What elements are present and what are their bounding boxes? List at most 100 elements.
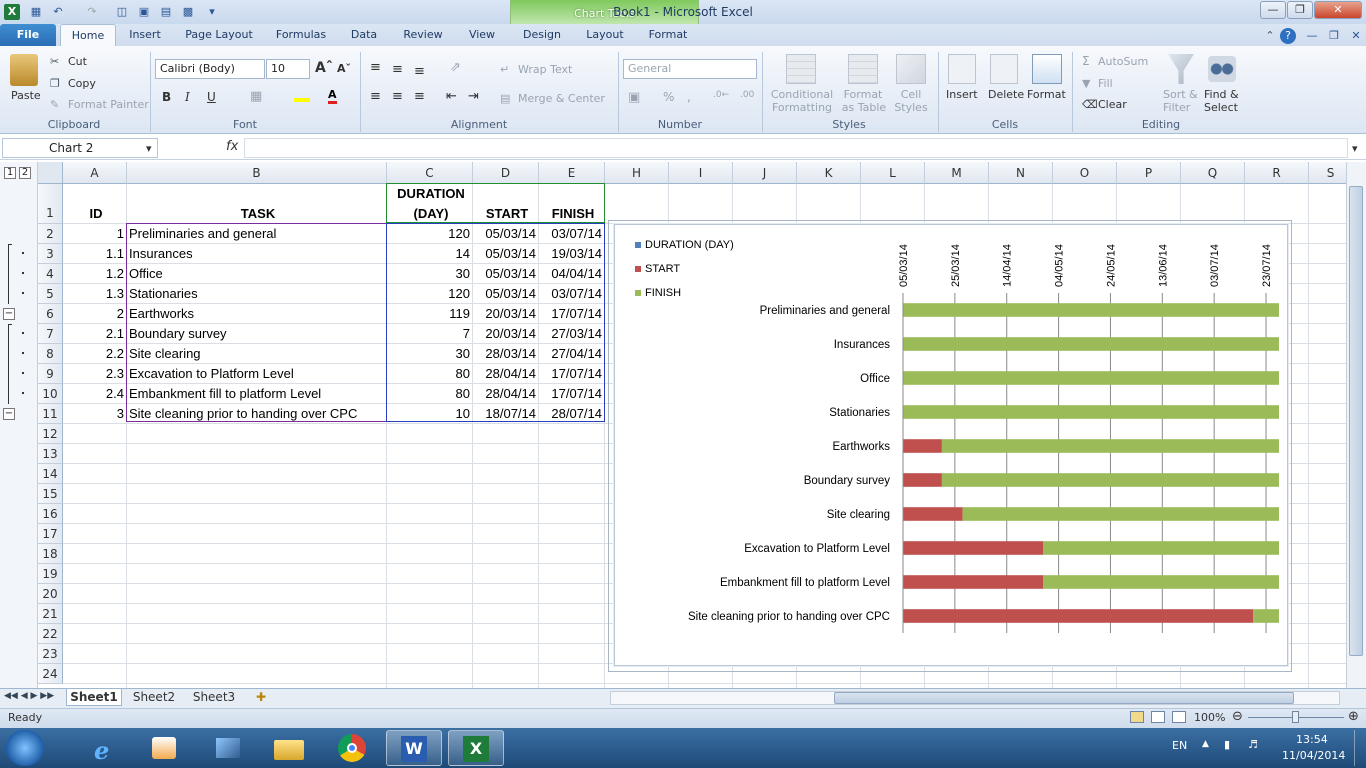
percent-button[interactable]: % xyxy=(663,90,674,104)
decrease-indent-icon[interactable]: ⇤ xyxy=(446,89,457,104)
font-name-combo[interactable]: Calibri (Body) xyxy=(155,59,265,79)
save-icon[interactable]: ▦ xyxy=(28,4,44,20)
clear-icon[interactable]: ⌫ xyxy=(1082,98,1098,111)
show-desktop-button[interactable] xyxy=(1354,730,1364,766)
page-layout-view-icon[interactable] xyxy=(1151,711,1165,723)
clock-time[interactable]: 13:54 xyxy=(1296,733,1328,746)
start-bar[interactable] xyxy=(903,439,942,453)
copy-icon[interactable]: ❐ xyxy=(50,77,60,90)
format-as-table-button[interactable]: Format xyxy=(840,88,886,101)
row-header[interactable]: 2 xyxy=(38,224,63,244)
orientation-icon[interactable]: ⇗ xyxy=(450,60,461,75)
start-bar[interactable] xyxy=(903,575,1044,589)
row-header[interactable]: 14 xyxy=(38,464,63,484)
grow-font-icon[interactable]: Aˆ xyxy=(315,60,333,76)
borders-icon[interactable]: ▦ xyxy=(250,89,262,104)
cell-styles-button[interactable]: Cell xyxy=(896,88,926,101)
close-button[interactable]: ✕ xyxy=(1314,1,1362,19)
customize-qat-icon[interactable]: ▾ xyxy=(204,4,220,20)
vertical-scroll-thumb[interactable] xyxy=(1349,186,1363,656)
increase-decimal-icon[interactable]: .0← xyxy=(713,90,729,100)
taskbar-media-player-icon[interactable] xyxy=(138,730,194,766)
doc-close-icon[interactable]: ✕ xyxy=(1348,28,1364,44)
tab-page-layout[interactable]: Page Layout xyxy=(180,24,258,46)
row-header[interactable]: 3 xyxy=(38,244,63,264)
language-indicator[interactable]: EN xyxy=(1172,739,1187,752)
bold-button[interactable]: B xyxy=(162,90,171,104)
cell-id[interactable]: 2.4 xyxy=(63,384,127,404)
outline-collapse-group-2[interactable]: − xyxy=(3,408,15,420)
ribbon-collapse-icon[interactable]: ⌃ xyxy=(1262,28,1278,44)
currency-icon[interactable]: ▣ xyxy=(628,90,640,105)
tab-design[interactable]: Design xyxy=(516,24,568,46)
network-icon[interactable]: ▮ xyxy=(1224,738,1230,751)
undo-icon[interactable]: ↶ xyxy=(50,4,66,20)
merge-center-button[interactable]: Merge & Center xyxy=(518,92,605,105)
header-id[interactable]: ID xyxy=(63,204,127,224)
cut-icon[interactable]: ✂ xyxy=(50,55,59,68)
column-header-r[interactable]: R xyxy=(1245,162,1309,184)
tab-format[interactable]: Format xyxy=(640,24,696,46)
gantt-chart[interactable]: 05/03/14 25/03/14 14/04/14 04/05/14 24/05/14… xyxy=(614,224,1288,666)
help-icon[interactable]: ? xyxy=(1280,28,1296,44)
delete-cells-icon[interactable] xyxy=(990,54,1018,84)
column-header-h[interactable]: H xyxy=(605,162,669,184)
finish-bar[interactable] xyxy=(1043,575,1279,589)
row-header[interactable]: 5 xyxy=(38,284,63,304)
sort-filter-button[interactable]: Sort & xyxy=(1163,88,1198,101)
sheet-tab-1[interactable]: Sheet1 xyxy=(66,689,122,706)
format-painter-icon[interactable]: ✎ xyxy=(50,98,59,111)
decrease-decimal-icon[interactable]: .00 xyxy=(740,90,754,100)
shrink-font-icon[interactable]: Aˇ xyxy=(337,62,351,75)
finish-bar[interactable] xyxy=(903,371,1279,385)
row-header[interactable]: 16 xyxy=(38,504,63,524)
camera-icon[interactable]: ▣ xyxy=(136,4,152,20)
start-bar[interactable] xyxy=(903,473,942,487)
row-header[interactable]: 22 xyxy=(38,624,63,644)
row-header[interactable]: 6 xyxy=(38,304,63,324)
insert-function-button[interactable]: fx xyxy=(226,139,238,154)
cell-id[interactable]: 1.2 xyxy=(63,264,127,284)
tab-file[interactable]: File xyxy=(0,24,56,46)
row-header[interactable]: 20 xyxy=(38,584,63,604)
tab-review[interactable]: Review xyxy=(396,24,450,46)
taskbar-excel-icon[interactable]: X xyxy=(448,730,504,766)
tab-data[interactable]: Data xyxy=(344,24,384,46)
insert-sheet-icon[interactable]: ✚ xyxy=(250,689,272,706)
find-select-button[interactable]: Find & xyxy=(1204,88,1239,101)
taskbar-explorer-icon[interactable] xyxy=(262,730,318,766)
row-header[interactable]: 13 xyxy=(38,444,63,464)
fill-icon[interactable]: ▼ xyxy=(1082,77,1090,90)
select-all-corner[interactable] xyxy=(38,162,63,184)
doc-minimize-icon[interactable]: — xyxy=(1304,28,1320,44)
column-header-a[interactable]: A xyxy=(63,162,127,184)
horizontal-scroll-thumb[interactable] xyxy=(834,692,1294,704)
align-bottom-icon[interactable]: ≡ xyxy=(414,64,425,79)
name-box[interactable]: Chart 2 xyxy=(2,138,158,158)
zoom-out-icon[interactable]: ⊖ xyxy=(1232,709,1243,724)
copy-button[interactable]: Copy xyxy=(68,77,96,90)
insert-cells-button[interactable]: Insert xyxy=(946,88,978,101)
tab-layout[interactable]: Layout xyxy=(580,24,630,46)
sheet-tab-2[interactable]: Sheet2 xyxy=(126,689,182,706)
outline-collapse-group-1[interactable]: − xyxy=(3,308,15,320)
row-header[interactable]: 4 xyxy=(38,264,63,284)
finish-bar[interactable] xyxy=(1043,541,1279,555)
column-header-e[interactable]: E xyxy=(539,162,605,184)
cut-button[interactable]: Cut xyxy=(68,55,87,68)
column-header-c[interactable]: C xyxy=(387,162,473,184)
row-header[interactable]: 10 xyxy=(38,384,63,404)
finish-bar[interactable] xyxy=(962,507,1279,521)
normal-view-icon[interactable] xyxy=(1130,711,1144,723)
page-break-view-icon[interactable] xyxy=(1172,711,1186,723)
column-header-d[interactable]: D xyxy=(473,162,539,184)
tab-formulas[interactable]: Formulas xyxy=(270,24,332,46)
row-header[interactable]: 12 xyxy=(38,424,63,444)
underline-button[interactable]: U xyxy=(207,90,216,104)
fill-button[interactable]: Fill xyxy=(1098,77,1113,90)
merge-icon[interactable]: ▤ xyxy=(500,92,510,105)
finish-bar[interactable] xyxy=(1253,609,1279,623)
row-header[interactable]: 24 xyxy=(38,664,63,684)
chart-qat-icon[interactable]: ▩ xyxy=(180,4,196,20)
column-header-p[interactable]: P xyxy=(1117,162,1181,184)
